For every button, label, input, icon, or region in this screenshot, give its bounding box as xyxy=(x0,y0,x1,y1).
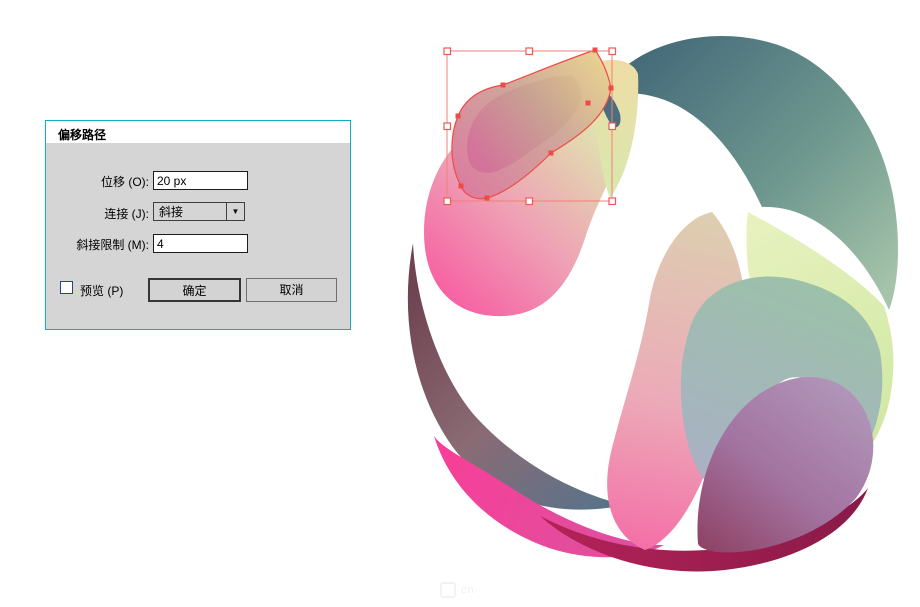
ok-button[interactable]: 确定 xyxy=(148,278,241,302)
dialog-title: 偏移路径 xyxy=(46,121,350,143)
anchor-point[interactable] xyxy=(548,150,554,156)
joins-selected-value: 斜接 xyxy=(159,205,184,219)
anchor-point[interactable] xyxy=(592,47,598,53)
miter-limit-input[interactable] xyxy=(153,234,248,253)
handle-bottom-right[interactable] xyxy=(608,197,617,206)
joins-select[interactable]: 斜接 ▼ xyxy=(153,202,245,221)
anchor-point[interactable] xyxy=(458,183,464,189)
handle-bottom-left[interactable] xyxy=(443,197,452,206)
offset-label: 位移 (O): xyxy=(101,175,149,189)
anchor-point[interactable] xyxy=(585,100,591,106)
handle-top-left[interactable] xyxy=(443,47,452,56)
anchor-point[interactable] xyxy=(500,82,506,88)
offset-path-dialog: 偏移路径 位移 (O): 连接 (J): 斜接 ▼ 斜接限制 (M): 预览 (… xyxy=(45,120,351,330)
preview-label: 预览 (P) xyxy=(80,284,124,298)
handle-mid-left[interactable] xyxy=(443,122,452,131)
handle-mid-right[interactable] xyxy=(608,122,617,131)
joins-label: 连接 (J): xyxy=(104,207,149,221)
watermark: cn xyxy=(440,582,475,598)
handle-top-right[interactable] xyxy=(608,47,617,56)
anchor-point[interactable] xyxy=(608,85,614,91)
dropdown-arrow-icon[interactable]: ▼ xyxy=(226,203,244,220)
preview-checkbox[interactable] xyxy=(60,281,73,294)
offset-input[interactable] xyxy=(153,171,248,190)
miter-limit-label: 斜接限制 (M): xyxy=(76,238,149,252)
cancel-button[interactable]: 取消 xyxy=(246,278,337,302)
handle-bottom-mid[interactable] xyxy=(525,197,534,206)
anchor-point[interactable] xyxy=(484,195,490,201)
anchor-point[interactable] xyxy=(455,113,461,119)
watermark-text: cn xyxy=(461,584,475,596)
handle-top-mid[interactable] xyxy=(525,47,534,56)
illustrator-canvas: cn 偏移路径 位移 (O): 连接 (J): 斜接 ▼ 斜接限制 (M): 预… xyxy=(0,0,920,607)
watermark-logo-icon xyxy=(440,582,456,598)
